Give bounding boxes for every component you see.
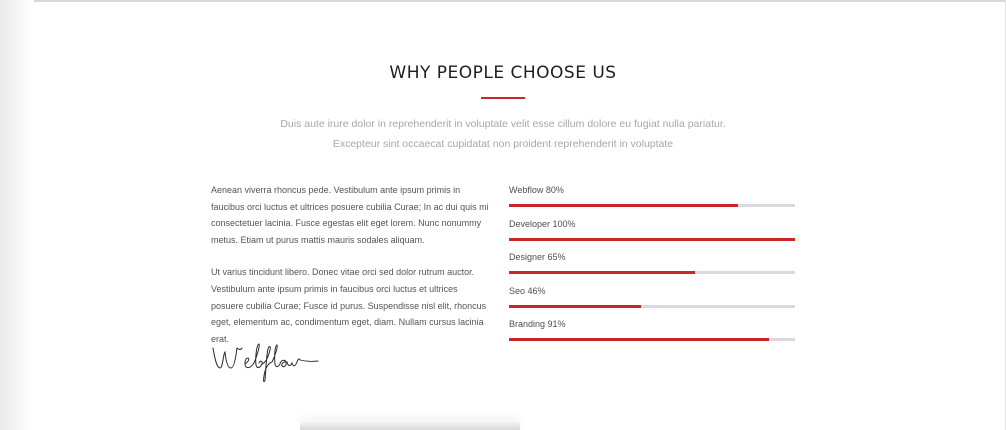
section-title: WHY PEOPLE CHOOSE US [389,63,617,83]
skill-track [509,204,795,207]
paragraph-2: Ut varius tincidunt libero. Donec vitae … [211,267,487,344]
title-underline [481,97,525,99]
skill-label: Webflow 80% [509,185,564,195]
skill-label: Seo 46% [509,285,546,296]
paragraph-1: Aenean viverra rhoncus pede. Vestibulum … [211,185,489,245]
skill-branding: Branding 91% [509,318,795,352]
skill-fill [509,338,770,342]
skill-track [509,338,795,342]
signature-image [208,336,328,386]
top-divider [0,0,1006,2]
intro-line-1: Duis aute irure dolor in reprehenderit i… [280,118,726,130]
skill-label: Branding 91% [509,319,566,330]
skill-fill [509,237,795,241]
skill-bars: Webflow 80% Developer 100% Designer 65% … [509,184,795,352]
intro-line-2: Excepteur sint occaecat cupidatat non pr… [332,138,674,150]
skill-webflow: Webflow 80% [509,184,795,218]
skill-label: Developer 100% [509,218,576,229]
section-intro: Duis aute irure dolor in reprehenderit i… [0,114,1006,154]
skill-fill [509,304,641,308]
skill-designer: Designer 65% [509,251,795,285]
description-text: Aenean viverra rhoncus pede. Vestibulum … [211,182,491,347]
skill-fill [509,204,738,207]
skill-track [509,304,795,308]
skill-fill [509,271,695,275]
skill-label: Designer 65% [509,252,566,263]
next-section-edge [300,422,520,430]
skill-track [509,237,795,241]
skill-seo: Seo 46% [509,285,795,319]
skill-track [509,271,795,275]
skill-developer: Developer 100% [509,218,795,252]
